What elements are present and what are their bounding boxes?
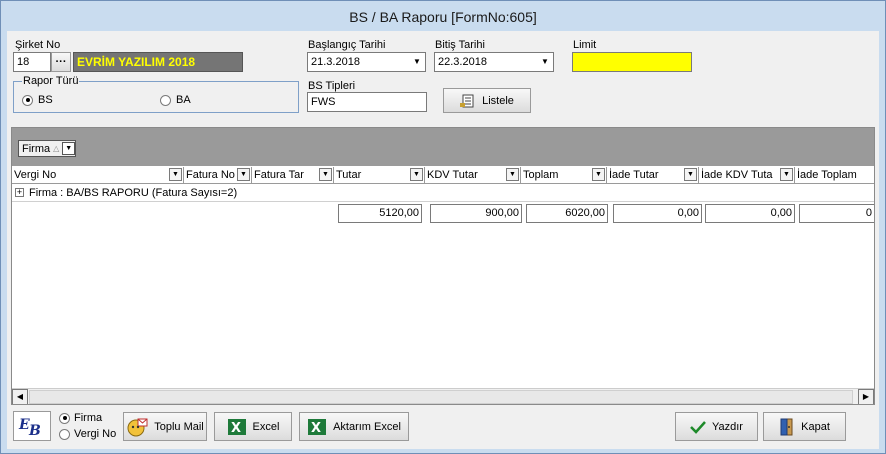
transfer-excel-label: Aktarım Excel (333, 420, 401, 433)
radio-ba-indicator[interactable] (160, 94, 171, 106)
svg-text:X: X (311, 421, 321, 436)
radio-bs-label: BS (38, 94, 53, 106)
radio-ba-label: BA (176, 94, 191, 106)
excel-label: Excel (252, 420, 280, 433)
mail-icon (126, 417, 148, 437)
col-filter-icon[interactable]: ▼ (506, 168, 519, 181)
print-button[interactable]: Yazdır (675, 412, 758, 441)
sum-toplam: 6020,00 (526, 204, 608, 223)
list-button[interactable]: Listele (443, 88, 531, 113)
mode-radio-vergi-label: Vergi No (74, 428, 117, 440)
group-row[interactable]: + Firma : BA/BS RAPORU (Fatura Sayısı=2) (12, 184, 874, 202)
sum-tutar: 5120,00 (338, 204, 422, 223)
excel-icon: X (227, 418, 247, 436)
company-browse-button[interactable]: ··· (51, 52, 71, 72)
radio-ba[interactable]: BA (160, 94, 191, 106)
print-label: Yazdır (712, 420, 743, 433)
col-iade-tutar[interactable]: İade Tutar ▼ (607, 167, 699, 184)
sum-iade-toplam: 0 (799, 204, 874, 223)
scroll-left-icon[interactable]: ◀ (12, 389, 28, 404)
col-filter-icon[interactable]: ▼ (319, 168, 332, 181)
col-fatura-tar[interactable]: Fatura Tar ▼ (252, 167, 334, 184)
list-button-label: Listele (482, 94, 514, 107)
col-filter-icon[interactable]: ▼ (684, 168, 697, 181)
start-date-dropdown-icon[interactable]: ▼ (409, 53, 425, 71)
report-type-group: Rapor Türü BS BA (13, 75, 299, 113)
col-filter-icon[interactable]: ▼ (410, 168, 423, 181)
window-title: BS / BA Raporu [FormNo:605] (1, 1, 885, 31)
mode-radio-vergi[interactable]: Vergi No (59, 428, 116, 440)
company-no-field[interactable]: 18 (13, 52, 51, 72)
col-vergi-no[interactable]: Vergi No ▼ (12, 167, 184, 184)
report-grid: Firma △ ▼ Vergi No ▼ Fatura No ▼ Fatura Ta… (11, 127, 875, 405)
end-date-dropdown-icon[interactable]: ▼ (537, 53, 553, 71)
expand-icon[interactable]: + (15, 188, 24, 197)
company-name-field: EVRİM YAZILIM 2018 (73, 52, 243, 72)
radio-bs-indicator[interactable] (22, 94, 33, 106)
bulk-mail-label: Toplu Mail (154, 420, 204, 433)
excel-icon: X (307, 418, 327, 436)
limit-input[interactable] (572, 52, 692, 72)
scroll-thumb[interactable] (29, 390, 853, 404)
col-filter-icon[interactable]: ▼ (237, 168, 250, 181)
group-by-chip-label: Firma (22, 142, 51, 155)
col-filter-icon[interactable]: ▼ (169, 168, 182, 181)
sort-asc-icon: △ (53, 144, 60, 153)
svg-text:X: X (231, 421, 241, 436)
end-date-combo[interactable]: 22.3.2018 ▼ (434, 52, 554, 72)
checkmark-icon (690, 420, 706, 434)
sum-iade-tutar: 0,00 (613, 204, 702, 223)
end-date-label: Bitiş Tarihi (435, 39, 485, 51)
bs-types-label: BS Tipleri (308, 80, 356, 92)
mode-radio-firma-label: Firma (74, 412, 103, 424)
app-logo: EB (13, 411, 51, 441)
bulk-mail-button[interactable]: Toplu Mail (123, 412, 207, 441)
close-button[interactable]: Kapat (763, 412, 846, 441)
col-tutar[interactable]: Tutar ▼ (334, 167, 425, 184)
col-iade-kdv-tutar[interactable]: İade KDV Tuta ▼ (699, 167, 795, 184)
group-by-panel: Firma △ ▼ (12, 128, 874, 166)
start-date-value: 21.3.2018 (311, 56, 360, 68)
group-by-chip-firma[interactable]: Firma △ ▼ (18, 140, 77, 157)
transfer-excel-button[interactable]: X Aktarım Excel (299, 412, 409, 441)
col-filter-icon[interactable]: ▼ (592, 168, 605, 181)
scroll-right-icon[interactable]: ▶ (858, 389, 874, 404)
col-filter-icon[interactable]: ▼ (780, 168, 793, 181)
limit-label: Limit (573, 39, 597, 51)
horizontal-scrollbar[interactable]: ◀ ▶ (12, 388, 874, 404)
end-date-value: 22.3.2018 (438, 56, 487, 68)
svg-text:B: B (28, 423, 41, 437)
mode-radio-firma-indicator[interactable] (59, 412, 70, 424)
close-label: Kapat (801, 420, 830, 433)
client-area: Şirket No 18 ··· EVRİM YAZILIM 2018 Rapo… (7, 31, 879, 449)
sum-kdv-tutar: 900,00 (430, 204, 522, 223)
start-date-label: Başlangıç Tarihi (308, 39, 386, 51)
bs-types-input[interactable]: FWS (307, 92, 427, 112)
mode-radio-vergi-indicator[interactable] (59, 428, 70, 440)
mode-radio-firma[interactable]: Firma (59, 412, 102, 424)
group-row-label: Firma : BA/BS RAPORU (Fatura Sayısı=2) (29, 186, 238, 199)
chip-dropdown-icon[interactable]: ▼ (62, 142, 76, 155)
radio-bs[interactable]: BS (22, 94, 53, 106)
report-type-label: Rapor Türü (22, 75, 80, 87)
col-toplam[interactable]: Toplam ▼ (521, 167, 607, 184)
company-label: Şirket No (15, 39, 61, 51)
list-icon (460, 94, 476, 108)
col-fatura-no[interactable]: Fatura No ▼ (184, 167, 252, 184)
sum-iade-kdv: 0,00 (705, 204, 795, 223)
excel-button[interactable]: X Excel (214, 412, 292, 441)
col-iade-toplam[interactable]: İade Toplam (795, 167, 874, 184)
col-kdv-tutar[interactable]: KDV Tutar ▼ (425, 167, 521, 184)
start-date-combo[interactable]: 21.3.2018 ▼ (307, 52, 426, 72)
door-exit-icon (779, 418, 795, 436)
report-window: BS / BA Raporu [FormNo:605] Şirket No 18… (0, 0, 886, 454)
